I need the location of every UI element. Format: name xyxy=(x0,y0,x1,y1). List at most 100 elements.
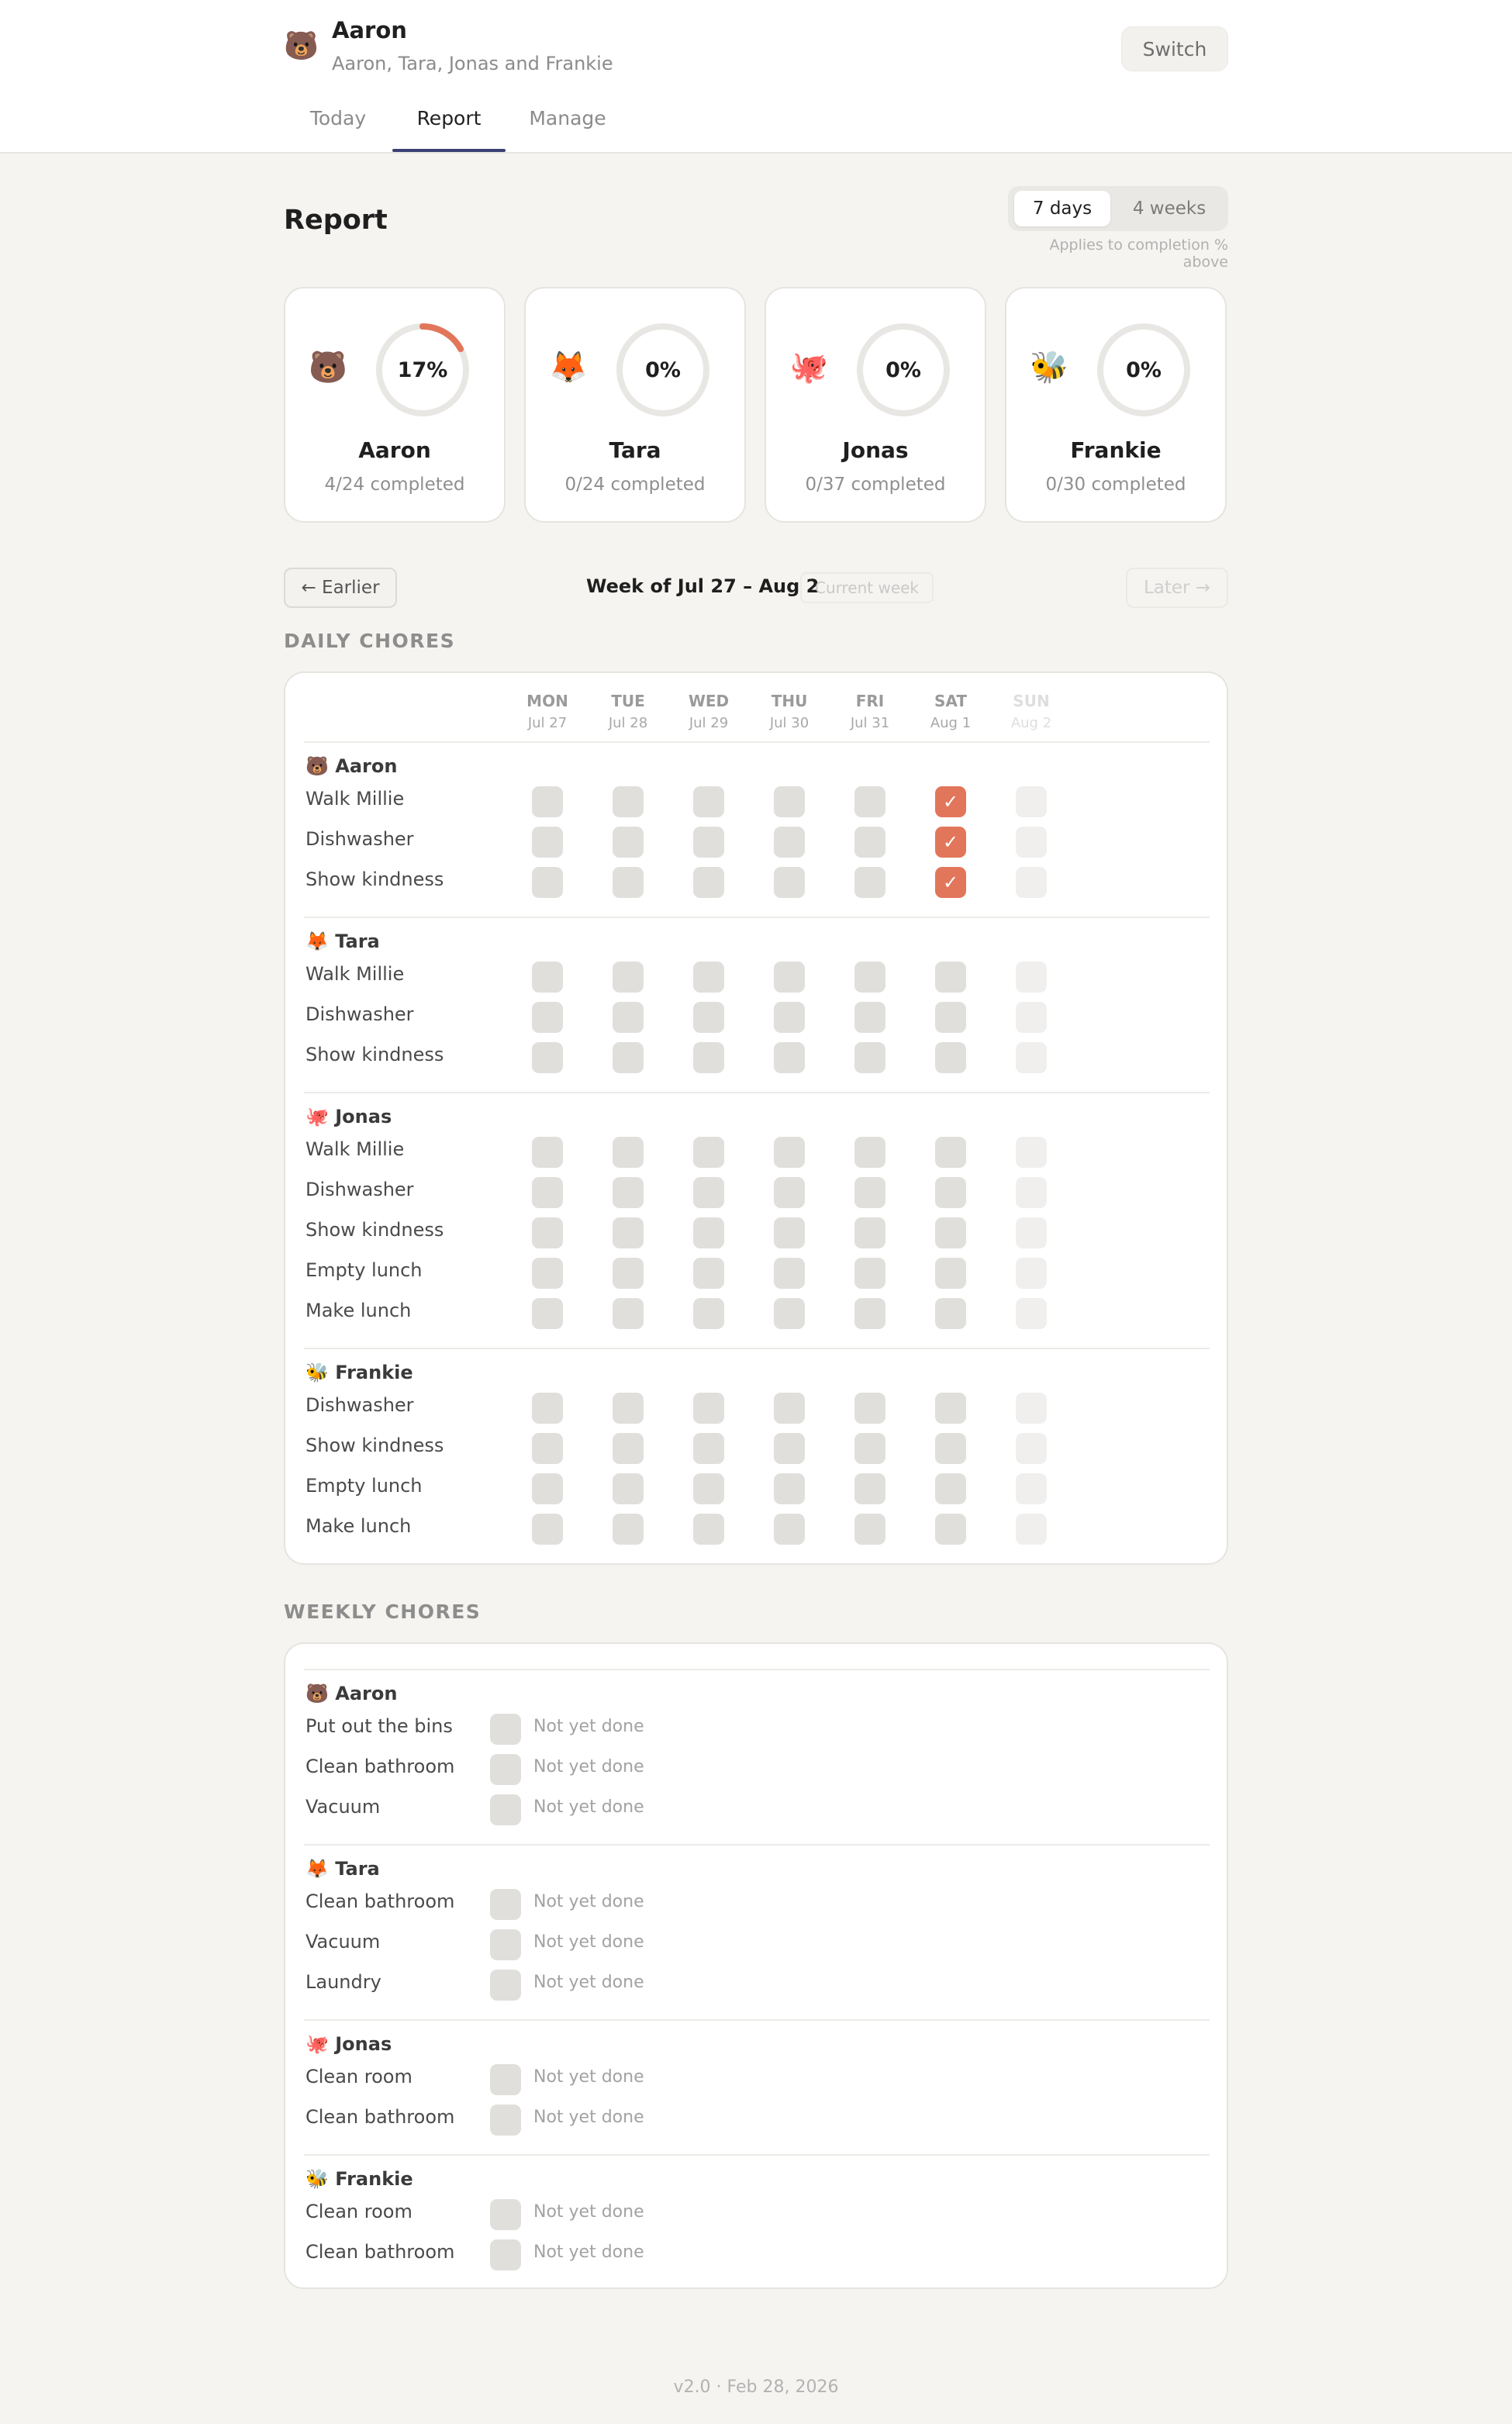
chore-checkbox[interactable] xyxy=(935,1433,966,1464)
range-7-days-option[interactable]: 7 days xyxy=(1014,191,1110,226)
chore-checkbox[interactable] xyxy=(1016,867,1047,898)
chore-checkbox[interactable] xyxy=(693,1002,724,1033)
chore-checkbox[interactable] xyxy=(774,962,805,993)
chore-checkbox[interactable] xyxy=(613,786,644,817)
chore-checkbox-done[interactable]: ✓ xyxy=(935,827,966,858)
chore-checkbox[interactable] xyxy=(613,1433,644,1464)
chore-checkbox[interactable] xyxy=(532,1393,563,1424)
chore-checkbox[interactable] xyxy=(693,1473,724,1504)
chore-checkbox[interactable] xyxy=(854,962,885,993)
chore-checkbox[interactable] xyxy=(693,1514,724,1545)
chore-checkbox[interactable] xyxy=(693,962,724,993)
range-4-weeks-option[interactable]: 4 weeks xyxy=(1117,191,1222,226)
chore-checkbox-done[interactable]: ✓ xyxy=(935,867,966,898)
chore-checkbox[interactable] xyxy=(532,1137,563,1168)
chore-checkbox[interactable] xyxy=(935,1514,966,1545)
chore-checkbox[interactable] xyxy=(613,962,644,993)
chore-checkbox[interactable] xyxy=(935,1042,966,1073)
earlier-week-button[interactable]: ← Earlier xyxy=(284,568,397,608)
chore-checkbox[interactable] xyxy=(854,1042,885,1073)
chore-checkbox[interactable] xyxy=(693,1393,724,1424)
chore-checkbox[interactable] xyxy=(532,1298,563,1329)
chore-checkbox[interactable] xyxy=(613,1514,644,1545)
chore-checkbox[interactable] xyxy=(532,827,563,858)
chore-checkbox[interactable] xyxy=(854,1473,885,1504)
chore-checkbox[interactable] xyxy=(490,1714,521,1745)
tab-manage[interactable]: Manage xyxy=(518,107,617,154)
chore-checkbox[interactable] xyxy=(693,867,724,898)
tab-report[interactable]: Report xyxy=(392,107,506,154)
chore-checkbox-done[interactable]: ✓ xyxy=(935,786,966,817)
chore-checkbox[interactable] xyxy=(1016,1002,1047,1033)
chore-checkbox[interactable] xyxy=(693,1258,724,1289)
chore-checkbox[interactable] xyxy=(1016,1042,1047,1073)
chore-checkbox[interactable] xyxy=(532,1473,563,1504)
chore-checkbox[interactable] xyxy=(490,1970,521,2001)
chore-checkbox[interactable] xyxy=(854,1298,885,1329)
chore-checkbox[interactable] xyxy=(613,1177,644,1208)
chore-checkbox[interactable] xyxy=(490,2239,521,2270)
chore-checkbox[interactable] xyxy=(1016,1177,1047,1208)
chore-checkbox[interactable] xyxy=(854,827,885,858)
chore-checkbox[interactable] xyxy=(774,1433,805,1464)
chore-checkbox[interactable] xyxy=(935,1298,966,1329)
chore-checkbox[interactable] xyxy=(854,1002,885,1033)
chore-checkbox[interactable] xyxy=(693,1177,724,1208)
chore-checkbox[interactable] xyxy=(1016,1393,1047,1424)
chore-checkbox[interactable] xyxy=(1016,1258,1047,1289)
chore-checkbox[interactable] xyxy=(532,962,563,993)
chore-checkbox[interactable] xyxy=(532,1258,563,1289)
chore-checkbox[interactable] xyxy=(532,1177,563,1208)
chore-checkbox[interactable] xyxy=(774,786,805,817)
chore-checkbox[interactable] xyxy=(935,1393,966,1424)
chore-checkbox[interactable] xyxy=(613,1002,644,1033)
chore-checkbox[interactable] xyxy=(774,867,805,898)
chore-checkbox[interactable] xyxy=(490,2199,521,2230)
chore-checkbox[interactable] xyxy=(854,1137,885,1168)
chore-checkbox[interactable] xyxy=(774,1514,805,1545)
chore-checkbox[interactable] xyxy=(854,1258,885,1289)
chore-checkbox[interactable] xyxy=(935,1217,966,1248)
chore-checkbox[interactable] xyxy=(613,1473,644,1504)
chore-checkbox[interactable] xyxy=(693,1298,724,1329)
chore-checkbox[interactable] xyxy=(1016,1217,1047,1248)
chore-checkbox[interactable] xyxy=(613,1393,644,1424)
chore-checkbox[interactable] xyxy=(693,1433,724,1464)
chore-checkbox[interactable] xyxy=(490,2105,521,2136)
chore-checkbox[interactable] xyxy=(1016,1514,1047,1545)
chore-checkbox[interactable] xyxy=(613,1217,644,1248)
chore-checkbox[interactable] xyxy=(774,1217,805,1248)
tab-today[interactable]: Today xyxy=(298,107,378,154)
chore-checkbox[interactable] xyxy=(854,1217,885,1248)
chore-checkbox[interactable] xyxy=(490,1754,521,1785)
chore-checkbox[interactable] xyxy=(490,1794,521,1825)
chore-checkbox[interactable] xyxy=(774,827,805,858)
chore-checkbox[interactable] xyxy=(532,786,563,817)
chore-checkbox[interactable] xyxy=(693,1042,724,1073)
chore-checkbox[interactable] xyxy=(613,827,644,858)
chore-checkbox[interactable] xyxy=(854,1393,885,1424)
chore-checkbox[interactable] xyxy=(935,1258,966,1289)
chore-checkbox[interactable] xyxy=(854,1433,885,1464)
chore-checkbox[interactable] xyxy=(1016,1137,1047,1168)
chore-checkbox[interactable] xyxy=(532,867,563,898)
chore-checkbox[interactable] xyxy=(774,1002,805,1033)
chore-checkbox[interactable] xyxy=(935,1473,966,1504)
chore-checkbox[interactable] xyxy=(1016,1433,1047,1464)
chore-checkbox[interactable] xyxy=(774,1042,805,1073)
chore-checkbox[interactable] xyxy=(532,1042,563,1073)
later-week-button[interactable]: Later → xyxy=(1126,568,1228,608)
chore-checkbox[interactable] xyxy=(490,1889,521,1920)
current-week-button[interactable]: Current week xyxy=(800,572,934,603)
chore-checkbox[interactable] xyxy=(1016,1298,1047,1329)
chore-checkbox[interactable] xyxy=(613,1137,644,1168)
chore-checkbox[interactable] xyxy=(693,827,724,858)
chore-checkbox[interactable] xyxy=(532,1002,563,1033)
chore-checkbox[interactable] xyxy=(774,1177,805,1208)
chore-checkbox[interactable] xyxy=(854,1177,885,1208)
chore-checkbox[interactable] xyxy=(1016,786,1047,817)
chore-checkbox[interactable] xyxy=(1016,962,1047,993)
chore-checkbox[interactable] xyxy=(774,1258,805,1289)
chore-checkbox[interactable] xyxy=(532,1433,563,1464)
chore-checkbox[interactable] xyxy=(613,1258,644,1289)
